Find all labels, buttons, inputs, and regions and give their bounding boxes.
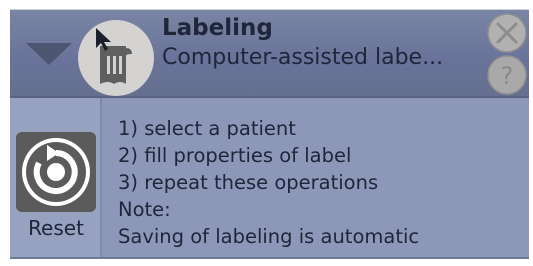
labeling-panel: Labeling Computer-assisted labe... ? Res… xyxy=(10,9,529,259)
note-text: Saving of labeling is automatic xyxy=(118,225,420,248)
instruction-line: 2) fill properties of label xyxy=(118,144,352,167)
instructions-text: 1) select a patient 2) fill properties o… xyxy=(118,115,419,250)
close-icon[interactable] xyxy=(486,12,528,54)
instruction-line: 1) select a patient xyxy=(118,117,296,140)
reset-label: Reset xyxy=(28,216,84,240)
panel-header: Labeling Computer-assisted labe... ? xyxy=(10,10,529,98)
page-subtitle: Computer-assisted labe... xyxy=(162,45,444,70)
note-label: Note: xyxy=(118,198,171,221)
help-icon[interactable]: ? xyxy=(486,54,528,96)
instruction-line: 3) repeat these operations xyxy=(118,171,379,194)
svg-text:?: ? xyxy=(501,62,514,90)
reset-icon xyxy=(16,132,96,212)
reset-button[interactable]: Reset xyxy=(10,98,102,257)
labeling-tool-icon xyxy=(78,20,154,96)
page-title: Labeling xyxy=(162,15,273,41)
triangle-down-icon[interactable] xyxy=(26,43,72,65)
